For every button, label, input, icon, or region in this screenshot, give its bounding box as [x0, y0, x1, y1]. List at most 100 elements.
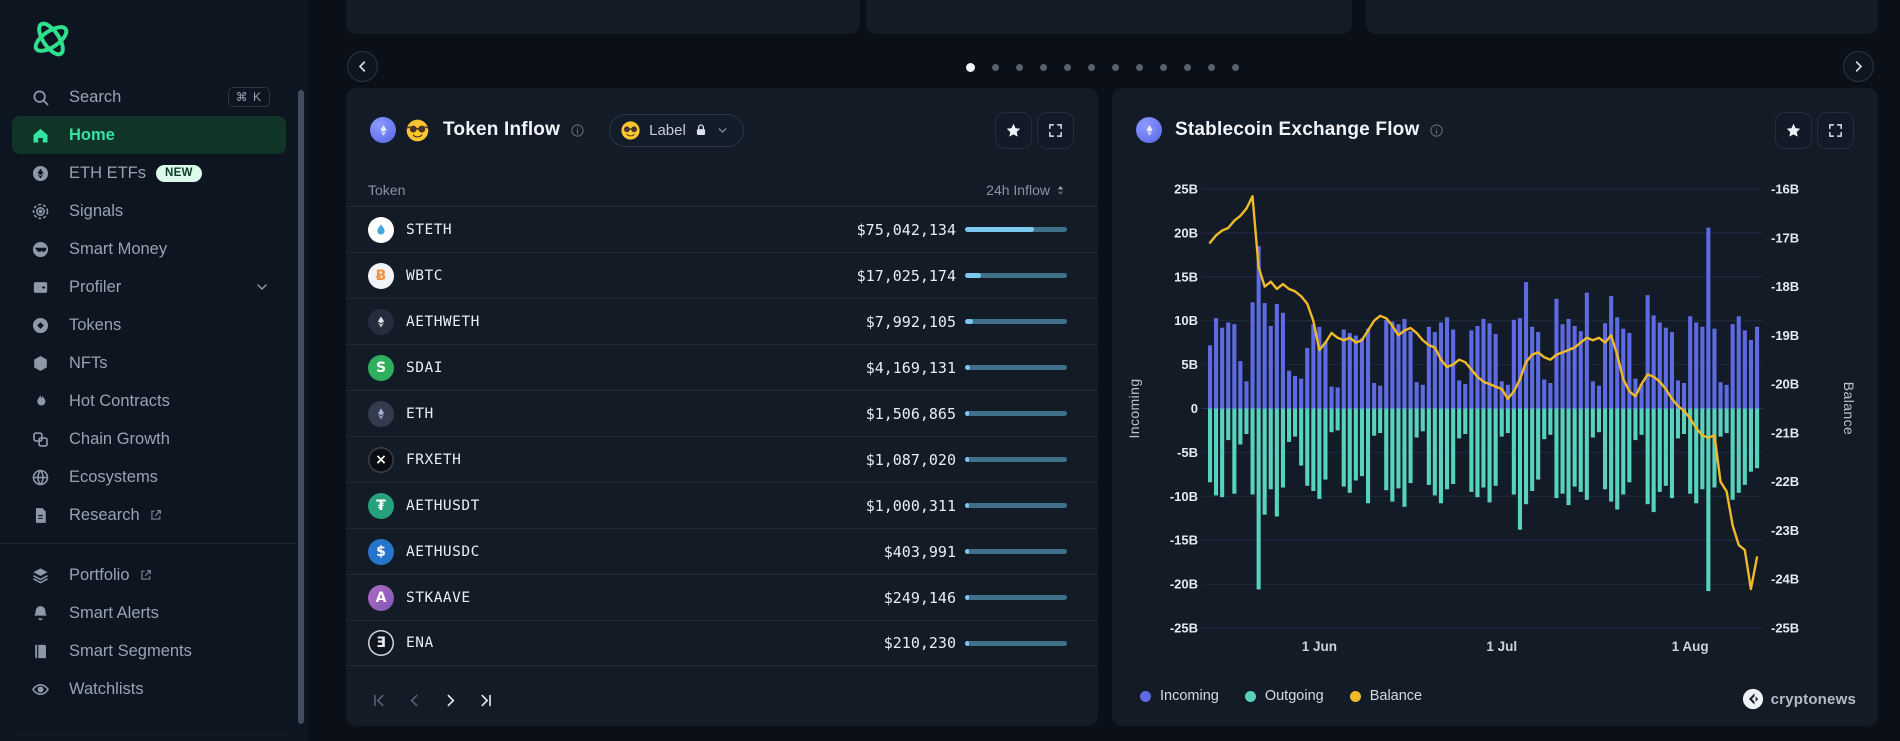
external-link-icon — [149, 508, 163, 522]
token-icon-sdai: S — [368, 354, 394, 381]
carousel-dot-3[interactable] — [1016, 64, 1023, 71]
carousel-dots — [966, 63, 1239, 72]
legend-label: Balance — [1369, 688, 1423, 704]
token-symbol: AETHUSDC — [406, 543, 480, 560]
carousel-next-button[interactable] — [1843, 51, 1874, 82]
carousel-card-partial-1[interactable] — [346, 0, 860, 34]
token-row-stkaave[interactable]: A STKAAVE $249,146 — [346, 574, 1098, 620]
sidebar-item-home[interactable]: Home — [12, 116, 286, 154]
first-page-button[interactable] — [368, 690, 388, 710]
pagination — [368, 690, 496, 710]
prev-page-button[interactable] — [404, 690, 424, 710]
outgoing-bars — [1208, 408, 1760, 592]
next-page-button[interactable] — [440, 690, 460, 710]
label-filter-dropdown[interactable]: Label — [609, 113, 744, 147]
svg-text:-25B: -25B — [1170, 621, 1198, 636]
carousel-prev-button[interactable] — [347, 51, 378, 82]
eco-icon — [30, 467, 51, 488]
sidebar-item-tokens[interactable]: Tokens — [0, 306, 296, 344]
carousel-dot-10[interactable] — [1184, 64, 1191, 71]
sidebar-item-smart-money[interactable]: Smart Money — [0, 230, 296, 268]
carousel-dot-5[interactable] — [1064, 64, 1071, 71]
sidebar-item-research[interactable]: Research — [0, 496, 296, 534]
legend-item-outgoing[interactable]: Outgoing — [1244, 688, 1324, 704]
favorite-button[interactable] — [995, 111, 1032, 149]
favorite-button[interactable] — [1775, 111, 1812, 149]
token-icon-wbtc: Ƀ — [368, 262, 394, 289]
carousel-dot-11[interactable] — [1208, 64, 1215, 71]
sort-icon — [1057, 185, 1064, 195]
svg-text:-19B: -19B — [1771, 328, 1799, 343]
inflow-bar — [965, 595, 1067, 600]
token-icon-ena: Ǝ — [368, 630, 394, 656]
token-inflow-value: $4,169,131 — [865, 358, 956, 377]
app-logo[interactable] — [26, 14, 76, 64]
hot-icon — [30, 391, 51, 412]
sidebar-item-smart-alerts[interactable]: Smart Alerts — [0, 594, 296, 632]
legend-item-incoming[interactable]: Incoming — [1140, 688, 1219, 704]
token-row-aethweth[interactable]: AETHWETH $7,992,105 — [346, 298, 1098, 344]
carousel-card-partial-3[interactable] — [1366, 0, 1878, 34]
svg-text:0: 0 — [1191, 401, 1198, 416]
token-table: STETH $75,042,134 Ƀ WBTC $17,025,174 AETHWETH… — [346, 206, 1098, 666]
sidebar-item-eth-etfs[interactable]: ETH ETFs NEW — [0, 154, 296, 192]
right-axis-ticks: -16B -17B -18B -19B -20B -21B -22B -23B -24B -25B — [1771, 182, 1799, 636]
svg-text:-20B: -20B — [1170, 577, 1198, 592]
token-inflow-value: $1,000,311 — [865, 496, 956, 515]
svg-text:15B: 15B — [1174, 269, 1198, 284]
sidebar-item-smart-segments[interactable]: Smart Segments — [0, 632, 296, 670]
carousel-dot-4[interactable] — [1040, 64, 1047, 71]
sidebar-item-label: Tokens — [69, 315, 122, 334]
stablecoin-flow-chart: 25B20B15B10B5B0-5B-10B-15B-20B-25B-16B-1… — [1126, 182, 1857, 655]
sidebar-item-search[interactable]: Search ⌘ K — [0, 78, 296, 116]
carousel-dot-8[interactable] — [1136, 64, 1143, 71]
inflow-bar — [965, 227, 1067, 232]
token-row-ena[interactable]: Ǝ ENA $210,230 — [346, 620, 1098, 666]
token-icon-steth — [368, 216, 394, 243]
token-icon-eth — [368, 400, 394, 427]
expand-button[interactable] — [1817, 111, 1854, 149]
token-row-sdai[interactable]: S SDAI $4,169,131 — [346, 344, 1098, 390]
info-icon[interactable] — [570, 123, 585, 138]
sidebar-item-hot-contracts[interactable]: Hot Contracts — [0, 382, 296, 420]
chevron-right-icon — [1855, 61, 1863, 72]
column-token: Token — [368, 182, 406, 198]
token-row-frxeth[interactable]: × FRXETH $1,087,020 — [346, 436, 1098, 482]
token-row-aethusdt[interactable]: ₮ AETHUSDT $1,000,311 — [346, 482, 1098, 528]
token-row-steth[interactable]: STETH $75,042,134 — [346, 206, 1098, 252]
legend-item-balance[interactable]: Balance — [1349, 688, 1423, 704]
sidebar-item-watchlists[interactable]: Watchlists — [0, 670, 296, 708]
carousel-dot-12[interactable] — [1232, 64, 1239, 71]
carousel-dot-7[interactable] — [1112, 64, 1119, 71]
sidebar-bottom-divider — [14, 734, 290, 735]
sidebar-item-chain-growth[interactable]: Chain Growth — [0, 420, 296, 458]
token-row-eth[interactable]: ETH $1,506,865 — [346, 390, 1098, 436]
token-row-aethusdc[interactable]: $ AETHUSDC $403,991 — [346, 528, 1098, 574]
carousel-dot-1[interactable] — [966, 63, 975, 72]
token-row-wbtc[interactable]: Ƀ WBTC $17,025,174 — [346, 252, 1098, 298]
token-inflow-value: $249,146 — [883, 588, 956, 607]
nerd-face-emoji-icon — [405, 118, 430, 143]
chevron-down-icon[interactable] — [254, 279, 270, 295]
last-page-button[interactable] — [476, 690, 496, 710]
carousel-dot-9[interactable] — [1160, 64, 1167, 71]
expand-button[interactable] — [1037, 111, 1074, 149]
info-icon[interactable] — [1429, 123, 1444, 138]
token-symbol: SDAI — [406, 359, 443, 376]
stablecoin-exchange-flow-panel: 25B 20B 15B 10B 5B 0 -5B -10B -15B -20B -25B -16B -1… — [1112, 88, 1878, 726]
sidebar-item-profiler[interactable]: Profiler — [0, 268, 296, 306]
carousel-dot-6[interactable] — [1088, 64, 1095, 71]
sidebar-item-signals[interactable]: Signals — [0, 192, 296, 230]
carousel-dot-2[interactable] — [992, 64, 999, 71]
token-inflow-value: $17,025,174 — [856, 266, 956, 285]
home-icon — [30, 125, 51, 146]
sidebar-nav-secondary: Portfolio Smart Alerts Smart Segments Watch… — [0, 556, 296, 708]
carousel-card-partial-2[interactable] — [866, 0, 1352, 34]
sidebar-item-nfts[interactable]: NFTs — [0, 344, 296, 382]
sidebar-item-portfolio[interactable]: Portfolio — [0, 556, 296, 594]
column-24h-inflow[interactable]: 24h Inflow — [986, 182, 1067, 198]
sidebar-item-ecosystems[interactable]: Ecosystems — [0, 458, 296, 496]
sidebar-scrollbar[interactable] — [298, 90, 304, 724]
sidebar: Search ⌘ K Home ETH ETFs NEW Signals Smart Mon… — [0, 0, 308, 741]
inflow-bar — [965, 273, 1067, 278]
